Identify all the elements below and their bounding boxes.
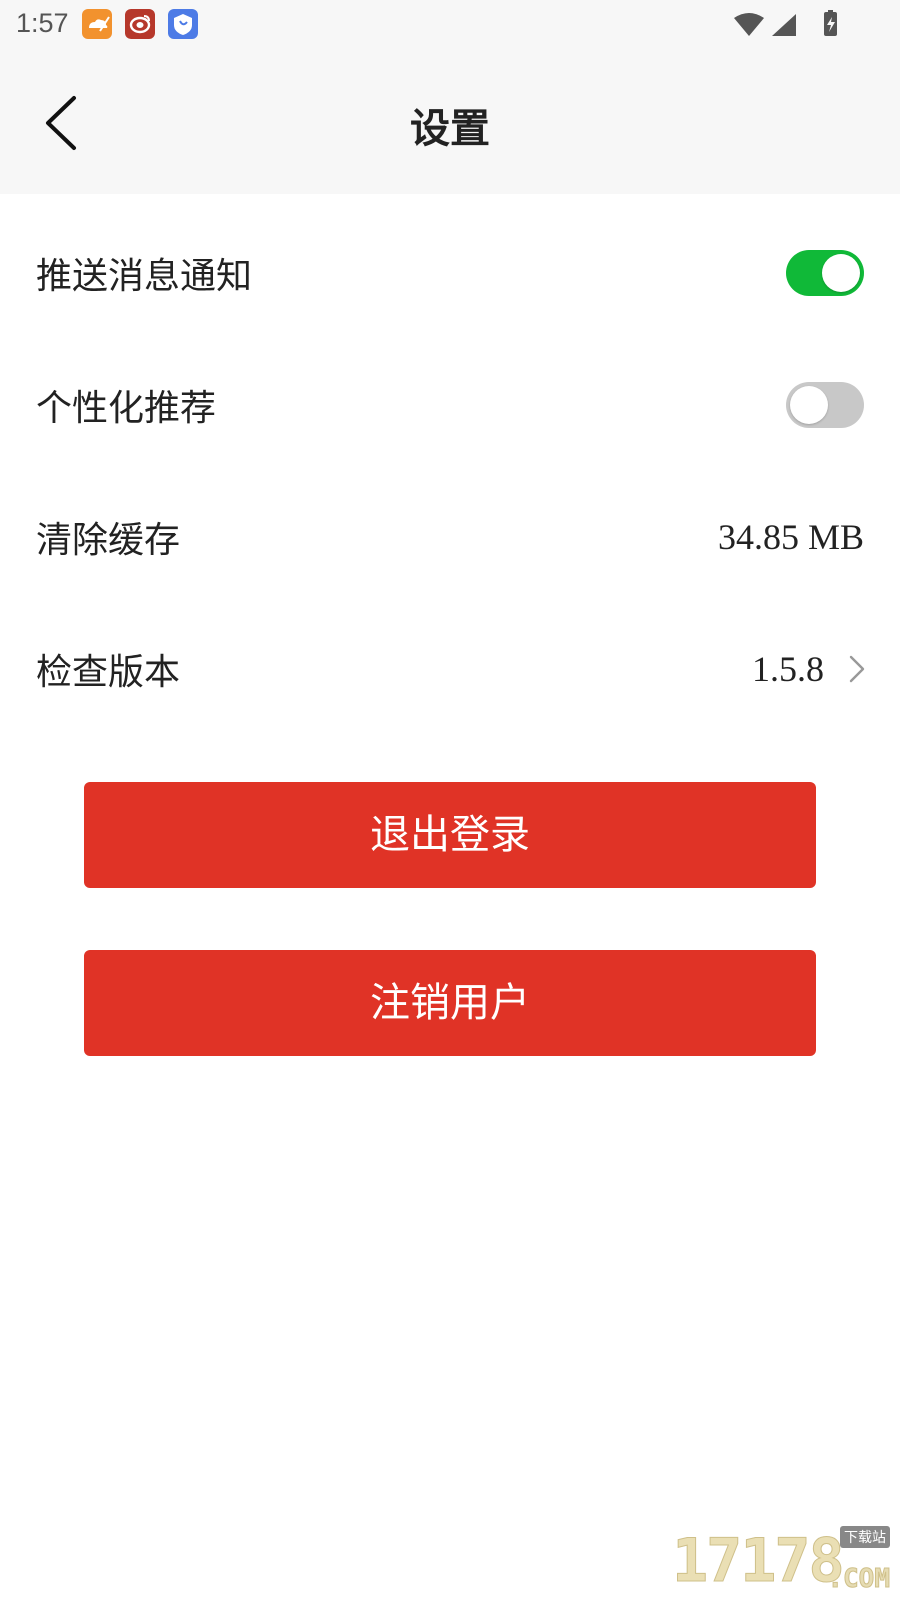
setting-personalized-recommendations: 个性化推荐 [0, 340, 900, 470]
personalized-recommendations-toggle[interactable] [786, 382, 864, 428]
version-value: 1.5.8 [752, 649, 824, 689]
status-bar: 1:57 [0, 0, 900, 48]
setting-label: 个性化推荐 [36, 388, 217, 428]
setting-push-notifications: 推送消息通知 [0, 208, 900, 338]
watermark-suffix: .COM [827, 1564, 891, 1595]
site-watermark-logo: 17178 下载站 .COM [672, 1526, 892, 1597]
header: 设置 [0, 48, 900, 194]
status-time: 1:57 [16, 8, 69, 38]
watermark-digits: 17178 [672, 1526, 846, 1597]
shield-app-icon [168, 9, 198, 39]
cache-size-value: 34.85 MB [717, 517, 864, 557]
logout-button[interactable]: 退出登录 [84, 782, 816, 888]
chevron-right-icon [849, 655, 865, 683]
page-title: 设置 [410, 106, 490, 152]
setting-clear-cache[interactable]: 清除缓存 34.85 MB [0, 472, 900, 602]
setting-check-version[interactable]: 检查版本 1.5.8 [0, 604, 900, 734]
setting-label: 检查版本 [36, 652, 181, 692]
deregister-user-button[interactable]: 注销用户 [84, 950, 816, 1056]
setting-label: 推送消息通知 [36, 256, 253, 296]
push-notifications-toggle[interactable] [786, 250, 864, 296]
weather-app-icon [82, 9, 112, 39]
weibo-app-icon [125, 9, 155, 39]
setting-label: 清除缓存 [36, 520, 181, 560]
wifi-icon [734, 10, 837, 36]
toggle-knob [822, 254, 860, 292]
toggle-knob [790, 386, 828, 424]
watermark-tag: 下载站 [840, 1526, 890, 1548]
